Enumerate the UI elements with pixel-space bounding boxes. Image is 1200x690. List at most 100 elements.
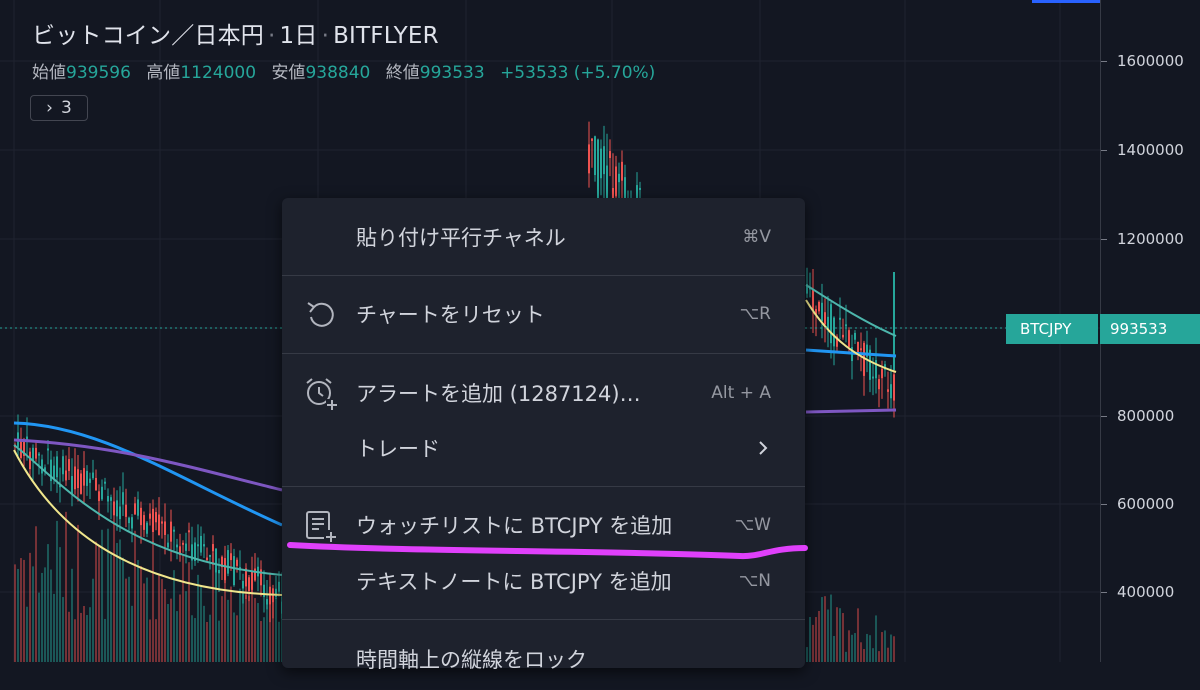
candle-body	[887, 389, 889, 392]
candle-body	[173, 529, 175, 532]
candle-body	[212, 544, 214, 552]
candle-body	[824, 312, 826, 325]
candle-body	[143, 515, 145, 530]
menu-item-shortcut: ⌥N	[738, 571, 771, 591]
candle-body	[618, 173, 620, 183]
volume-bar	[50, 569, 52, 662]
volume-bar	[884, 630, 886, 662]
axis-tick	[1101, 150, 1107, 151]
menu-item-reset-chart[interactable]: チャートをリセット ⌥R	[282, 283, 805, 345]
candle-body	[149, 513, 151, 519]
candle-body	[98, 491, 100, 502]
volume-bar	[206, 621, 208, 662]
menu-item-label: アラートを追加 (1287124)…	[356, 382, 641, 406]
candle-body	[224, 558, 226, 581]
candle-body	[209, 554, 211, 557]
volume-bar	[56, 520, 58, 662]
volume-bar	[110, 554, 112, 662]
volume-bar	[245, 594, 247, 662]
price-axis-label: 600000	[1117, 495, 1175, 513]
candle-body	[83, 468, 85, 486]
menu-item-paste-parallel-channel[interactable]: 貼り付け平行チャネル ⌘V	[282, 206, 805, 268]
axis-tick	[1101, 239, 1107, 240]
volume-bar	[821, 597, 823, 662]
volume-bar	[848, 630, 850, 662]
volume-bar	[122, 557, 124, 662]
chevron-right-icon: ›	[46, 98, 53, 118]
candle-body	[591, 138, 593, 141]
volume-bar	[830, 594, 832, 662]
volume-bar	[866, 633, 868, 662]
volume-bar	[875, 615, 877, 662]
menu-item-shortcut: ⌥R	[739, 304, 771, 324]
candle-body	[830, 304, 832, 344]
volume-bar	[74, 619, 76, 662]
volume-bar	[233, 612, 235, 662]
volume-bar	[155, 619, 157, 662]
candle-body	[146, 522, 148, 534]
menu-item-add-text-note[interactable]: テキストノートに BTCJPY を追加 ⌥N	[282, 550, 805, 612]
axis-tick	[1101, 61, 1107, 62]
legend-title[interactable]: ビットコイン／日本円 · 1日 · BITFLYER	[32, 16, 665, 50]
menu-item-add-alert[interactable]: アラートを追加 (1287124)… Alt + A	[282, 362, 805, 424]
candle-body	[101, 486, 103, 500]
volume-bar	[143, 583, 145, 662]
candle-body	[588, 144, 590, 174]
volume-bar	[236, 615, 238, 662]
candle-body	[621, 161, 623, 181]
symbol-price-tag: BTCJPY	[1006, 314, 1098, 344]
candle-body	[609, 151, 611, 158]
candle-body	[203, 544, 205, 547]
volume-bar	[53, 593, 55, 662]
menu-item-trade[interactable]: トレード	[282, 417, 805, 479]
candle-body	[636, 185, 638, 199]
volume-bar	[62, 597, 64, 662]
candle-body	[833, 317, 835, 347]
menu-item-label: トレード	[356, 437, 440, 461]
candle-body	[603, 146, 605, 175]
volume-bar	[230, 586, 232, 662]
candle-body	[842, 334, 844, 338]
volume-bar	[851, 634, 853, 662]
volume-bar	[869, 635, 871, 662]
close-label: 終値	[385, 63, 420, 83]
candle-body	[185, 543, 187, 551]
menu-item-lock-vertical-line[interactable]: 時間軸上の縦線をロック	[282, 628, 805, 690]
volume-bar	[17, 568, 19, 662]
candle-body	[80, 473, 82, 494]
candle-body	[95, 477, 97, 491]
menu-item-add-to-watchlist[interactable]: ウォッチリストに BTCJPY を追加 ⌥W	[282, 494, 805, 556]
ohlc-values: 始値939596 高値1124000 安値938840 終値993533 +53…	[32, 58, 665, 83]
candle-body	[251, 570, 253, 590]
candle-body	[881, 368, 883, 379]
menu-separator	[282, 353, 805, 354]
candle-body	[236, 559, 238, 566]
volume-bar	[89, 607, 91, 662]
candle-body	[65, 470, 67, 481]
candle-body	[140, 507, 142, 526]
alarm-clock-add-icon	[306, 378, 338, 411]
candle-body	[230, 553, 232, 561]
candle-body	[248, 577, 250, 592]
interval: 1日	[279, 23, 318, 49]
volume-bar	[137, 560, 139, 662]
candle-body	[161, 521, 163, 524]
volume-bar	[878, 651, 880, 662]
volume-bar	[152, 541, 154, 662]
volume-bar	[176, 611, 178, 662]
volume-bar	[161, 579, 163, 662]
volume-bar	[239, 588, 241, 662]
volume-bar	[125, 578, 127, 662]
volume-bar	[257, 603, 259, 662]
candle-body	[107, 496, 109, 502]
candle-body	[74, 466, 76, 490]
candle-body	[218, 569, 220, 574]
volume-bar	[98, 546, 100, 662]
volume-bar	[65, 511, 67, 662]
volume-bar	[893, 636, 895, 662]
volume-bar	[173, 570, 175, 662]
candle-body	[29, 451, 31, 470]
volume-bar	[191, 615, 193, 662]
indicator-toggle-button[interactable]: › 3	[30, 95, 88, 121]
volume-bar	[212, 552, 214, 662]
